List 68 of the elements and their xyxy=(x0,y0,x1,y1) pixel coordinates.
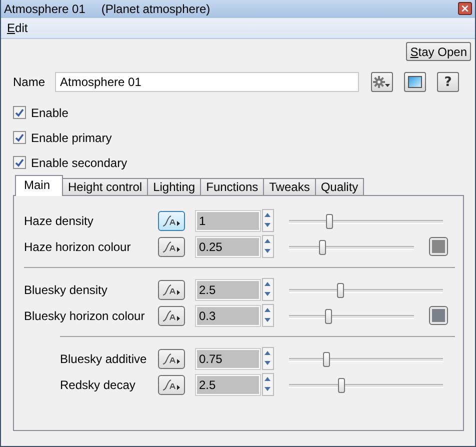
spin-button[interactable] xyxy=(262,347,274,370)
slider[interactable] xyxy=(289,280,443,298)
slider-thumb[interactable] xyxy=(324,308,332,324)
menu-item[interactable]: Edit xyxy=(7,21,28,35)
colour-swatch-button[interactable] xyxy=(429,306,448,325)
number-field[interactable]: 1 xyxy=(196,210,260,230)
curve-button[interactable] xyxy=(158,374,185,394)
checkbox-label: Enable primary xyxy=(31,130,112,144)
gear-icon xyxy=(373,76,391,88)
slider[interactable] xyxy=(289,212,443,230)
tab[interactable]: Quality xyxy=(314,178,364,196)
name-field[interactable]: Atmosphere 01 xyxy=(55,72,359,92)
tab[interactable]: Lighting xyxy=(147,178,202,196)
preview-icon xyxy=(408,76,422,88)
name-label: Name xyxy=(13,75,46,89)
curve-button[interactable] xyxy=(158,280,185,300)
slider-thumb[interactable] xyxy=(326,214,334,228)
number-field[interactable]: 2.5 xyxy=(196,280,260,300)
tab[interactable]: Main xyxy=(15,175,64,196)
window-title: Atmosphere 01 xyxy=(4,2,86,16)
number-field[interactable]: 2.5 xyxy=(196,374,260,394)
curve-icon xyxy=(162,378,182,390)
curve-icon xyxy=(162,284,182,296)
curve-button[interactable] xyxy=(158,236,185,256)
curve-icon xyxy=(162,214,182,226)
parameter-label: Bluesky density xyxy=(24,282,108,296)
slider-thumb[interactable] xyxy=(318,240,326,254)
slider-thumb[interactable] xyxy=(322,352,330,366)
number-field[interactable]: 0.3 xyxy=(196,306,260,326)
slider[interactable] xyxy=(289,350,443,368)
number-field[interactable]: 0.25 xyxy=(196,236,260,256)
spin-button[interactable] xyxy=(262,304,274,327)
curve-icon xyxy=(162,352,182,364)
stay-open-button[interactable]: Stay Open xyxy=(406,42,471,61)
gear-dropdown-button[interactable] xyxy=(371,72,393,92)
spin-button[interactable] xyxy=(262,235,274,258)
help-button[interactable]: ? xyxy=(437,72,459,92)
preview-button[interactable] xyxy=(404,72,426,92)
parameter-label: Bluesky additive xyxy=(60,352,148,366)
curve-icon xyxy=(162,240,182,252)
checkbox[interactable] xyxy=(13,106,26,119)
checkbox-label: Enable secondary xyxy=(31,156,128,170)
parameter-label: Bluesky horizon colour xyxy=(24,308,146,322)
tab[interactable]: Functions xyxy=(200,178,264,196)
checkbox[interactable] xyxy=(13,131,26,144)
curve-button[interactable] xyxy=(158,210,185,230)
parameter-label: Haze horizon colour xyxy=(24,240,132,254)
checkbox[interactable] xyxy=(13,156,26,169)
spin-button[interactable] xyxy=(262,209,274,232)
curve-button[interactable] xyxy=(158,348,185,368)
colour-swatch-button[interactable] xyxy=(429,237,448,256)
tab[interactable]: Tweaks xyxy=(263,178,316,196)
parameter-label: Redsky decay xyxy=(60,378,136,392)
parameter-label: Haze density xyxy=(24,214,94,228)
slider[interactable] xyxy=(289,306,414,324)
slider[interactable] xyxy=(289,376,443,394)
slider-thumb[interactable] xyxy=(338,378,346,392)
spin-button[interactable] xyxy=(262,278,274,301)
slider[interactable] xyxy=(289,238,414,256)
slider-thumb[interactable] xyxy=(336,282,344,298)
tab[interactable]: Height control xyxy=(62,178,148,196)
curve-button[interactable] xyxy=(158,306,185,326)
number-field[interactable]: 0.75 xyxy=(196,348,260,368)
curve-icon xyxy=(162,310,182,322)
window-subtitle: (Planet atmosphere) xyxy=(101,2,210,16)
spin-button[interactable] xyxy=(262,373,274,396)
checkbox-label: Enable xyxy=(31,106,68,120)
close-button[interactable]: × xyxy=(458,2,472,15)
